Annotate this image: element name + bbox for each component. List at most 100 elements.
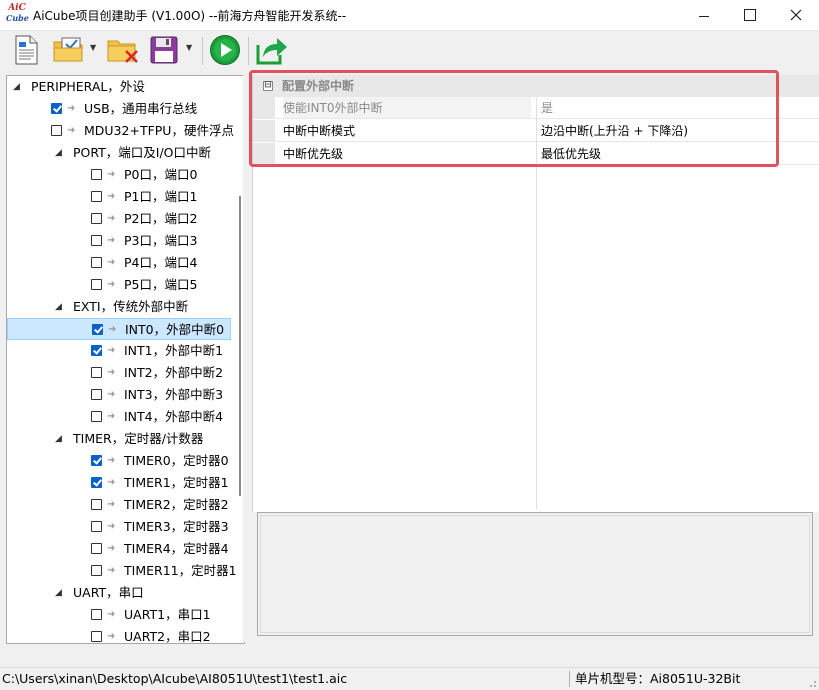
tree-item[interactable]: ➜ INT4，外部中断4 [7,406,231,428]
tree-item[interactable]: ➜ P0口，端口0 [7,164,231,186]
tree-item-label: INT2，外部中断2 [124,365,224,380]
property-column-divider[interactable] [536,97,537,509]
tree-item-label: P0口，端口0 [124,167,198,182]
tree-group-node[interactable]: ◢ PERIPHERAL，外设 [7,76,231,98]
property-value[interactable]: 边沿中断(上升沿 + 下降沿) [541,120,688,142]
tree-item[interactable]: ➜ INT3，外部中断3 [7,384,231,406]
tree-item-checkbox[interactable] [91,367,102,378]
minimize-icon [699,15,709,17]
panel-splitter[interactable] [243,75,252,642]
property-value[interactable]: 最低优先级 [541,143,601,165]
collapse-icon[interactable]: ⊟ [263,81,273,91]
tree-item-label: TIMER0，定时器0 [124,453,229,468]
tree-item[interactable]: ➜ INT2，外部中断2 [7,362,231,384]
new-project-button[interactable] [10,35,42,65]
property-value[interactable]: 是 [541,97,553,119]
tree-item-checkbox[interactable] [91,213,102,224]
arrow-icon: ➜ [107,565,116,576]
toolbar-separator [202,37,203,65]
tree-item[interactable]: ➜ P5口，端口5 [7,274,231,296]
tree-item-checkbox[interactable] [91,455,102,466]
toolbar-separator [248,37,249,65]
close-button[interactable] [773,0,819,30]
tree-item-label: TIMER1，定时器1 [124,475,229,490]
tree-group-node[interactable]: ◢ TIMER，定时器/计数器 [7,428,231,450]
tree-item-checkbox[interactable] [51,103,62,114]
tree-item[interactable]: ➜ P1口，端口1 [7,186,231,208]
tree-item-checkbox[interactable] [91,191,102,202]
tree-item-checkbox[interactable] [91,477,102,488]
expand-collapse-icon[interactable]: ◢ [55,582,65,604]
save-project-button[interactable] [148,35,180,65]
maximize-icon [744,9,756,21]
window-title: AiCube项目创建助手 (V1.00O) --前海方舟智能开发系统-- [33,9,347,23]
tree-item[interactable]: ➜ INT0，外部中断0 [7,318,231,340]
expand-collapse-icon[interactable]: ◢ [13,76,23,98]
tree-item[interactable]: ➜ P3口，端口3 [7,230,231,252]
peripheral-tree[interactable]: ◢ PERIPHERAL，外设 ➜ USB，通用串行总线 ➜ MDU32+TFPU，硬件浮… [6,75,245,644]
expand-collapse-icon[interactable]: ◢ [55,296,65,318]
maximize-button[interactable] [727,0,773,30]
tree-item-label: TIMER2，定时器2 [124,497,229,512]
tree-item-checkbox[interactable] [91,565,102,576]
tree-item-label: UART2，串口2 [124,629,211,644]
tree-scrollbar-thumb[interactable] [239,196,241,496]
arrow-icon: ➜ [107,367,116,378]
arrow-icon: ➜ [107,213,116,224]
open-project-button[interactable] [52,35,86,65]
tree-item[interactable]: ➜ P2口，端口2 [7,208,231,230]
tree-item-checkbox[interactable] [91,499,102,510]
tree-item[interactable]: ➜ P4口，端口4 [7,252,231,274]
minimize-button[interactable] [681,0,727,30]
toolbar: ▼ ▼ [0,31,819,71]
tree-item-checkbox[interactable] [91,609,102,620]
tree-item-checkbox[interactable] [92,324,103,335]
tree-item-checkbox[interactable] [91,345,102,356]
tree-item-checkbox[interactable] [91,543,102,554]
tree-item[interactable]: ➜ INT1，外部中断1 [7,340,231,362]
tree-item-label: TIMER11，定时器11 [124,563,245,578]
tree-item[interactable]: ➜ TIMER2，定时器2 [7,494,231,516]
export-share-icon [256,38,287,65]
tree-group-node[interactable]: ◢ PORT，端口及I/O口中断 [7,142,231,164]
tree-item[interactable]: ➜ USB，通用串行总线 [7,98,231,120]
tree-item[interactable]: ➜ TIMER3，定时器3 [7,516,231,538]
tree-item-checkbox[interactable] [91,389,102,400]
tree-item-label: TIMER，定时器/计数器 [73,431,204,446]
arrow-icon: ➜ [67,125,76,136]
resize-grip-icon[interactable] [807,678,817,688]
property-name: 中断优先级 [283,147,344,161]
run-button[interactable] [208,35,242,65]
property-row-gutter [253,97,275,119]
tree-item-label: P5口，端口5 [124,277,198,292]
tree-group-node[interactable]: ◢ EXTI，传统外部中断 [7,296,231,318]
tree-item[interactable]: ➜ UART1，串口1 [7,604,231,626]
tree-item[interactable]: ➜ TIMER1，定时器1 [7,472,231,494]
expand-collapse-icon[interactable]: ◢ [55,142,65,164]
tree-item-checkbox[interactable] [91,235,102,246]
tree-item[interactable]: ➜ TIMER0，定时器0 [7,450,231,472]
property-grid: ⊟ 配置外部中断 使能INT0外部中断是中断中断模式 边沿中断(上升沿 + 下降沿… [249,70,819,512]
tree-item[interactable]: ➜ TIMER11，定时器11 [7,560,244,582]
tree-item[interactable]: ➜ MDU32+TFPU，硬件浮点 [7,120,234,142]
arrow-icon: ➜ [107,543,116,554]
tree-item-checkbox[interactable] [91,521,102,532]
tree-item-checkbox[interactable] [51,125,62,136]
tree-group-node[interactable]: ◢ UART，串口 [7,582,231,604]
tree-item[interactable]: ➜ UART2，串口2 [7,626,231,644]
tree-item-checkbox[interactable] [91,169,102,180]
open-dropdown-arrow[interactable]: ▼ [90,43,96,52]
property-row-gutter [253,120,275,142]
tree-item-checkbox[interactable] [91,257,102,268]
property-category-header[interactable]: ⊟ 配置外部中断 [253,75,819,97]
tree-item[interactable]: ➜ TIMER4，定时器4 [7,538,231,560]
tree-item-checkbox[interactable] [91,411,102,422]
app-logo: AiC Cube [6,3,29,25]
export-button[interactable] [254,35,290,65]
expand-collapse-icon[interactable]: ◢ [55,428,65,450]
tree-item-checkbox[interactable] [91,279,102,290]
tree-item-checkbox[interactable] [91,631,102,642]
close-project-button[interactable] [106,35,140,65]
arrow-icon: ➜ [67,103,76,114]
save-dropdown-arrow[interactable]: ▼ [186,43,192,52]
